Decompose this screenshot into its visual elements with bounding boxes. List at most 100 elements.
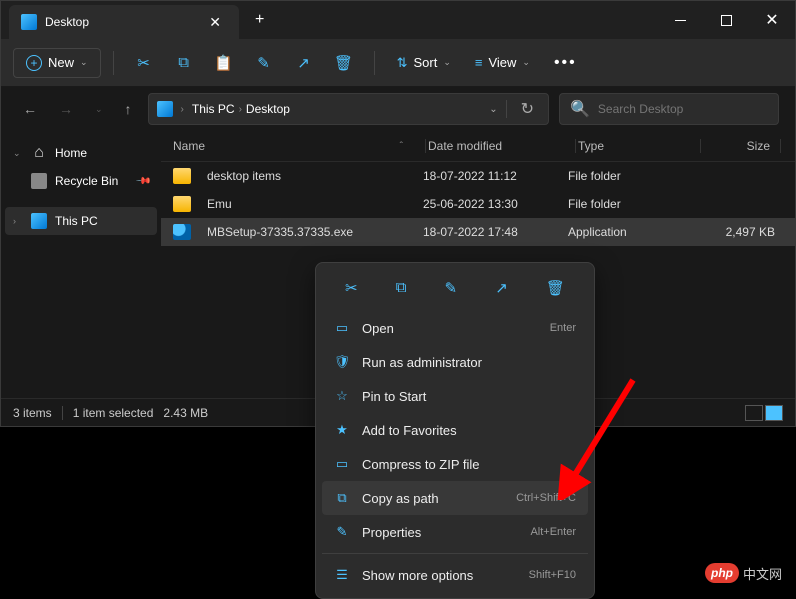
column-header-size[interactable]: Size bbox=[703, 139, 778, 153]
refresh-button[interactable]: ↻ bbox=[515, 99, 540, 119]
pc-icon bbox=[31, 213, 47, 229]
file-name: MBSetup-37335.37335.exe bbox=[207, 225, 353, 239]
more-button[interactable]: ••• bbox=[544, 48, 587, 78]
search-input[interactable] bbox=[598, 102, 768, 116]
menu-item-label: Add to Favorites bbox=[362, 423, 457, 438]
window-controls: ✕ bbox=[657, 1, 795, 39]
breadcrumb-item[interactable]: Desktop bbox=[246, 102, 290, 116]
chevron-right-icon: › bbox=[181, 104, 184, 115]
status-selected: 1 item selected bbox=[73, 406, 154, 420]
share-button[interactable]: ↗ bbox=[286, 47, 322, 79]
breadcrumb-item[interactable]: This PC bbox=[192, 102, 235, 116]
search-icon: 🔍 bbox=[570, 99, 590, 119]
sort-button[interactable]: ⇅ Sort ⌄ bbox=[387, 49, 461, 77]
sidebar-item-home[interactable]: ⌄ Home bbox=[5, 139, 157, 167]
file-name: Emu bbox=[207, 197, 232, 211]
copy-button[interactable]: ⧉ bbox=[166, 47, 202, 79]
address-dropdown-button[interactable]: ⌄ bbox=[489, 104, 497, 115]
view-button[interactable]: ≡ View ⌄ bbox=[465, 49, 540, 76]
file-date: 18-07-2022 17:48 bbox=[423, 225, 568, 239]
paste-button[interactable]: 📋 bbox=[206, 47, 242, 79]
context-menu-item[interactable]: ☰ Show more options Shift+F10 bbox=[322, 558, 588, 592]
up-button[interactable]: ↑ bbox=[119, 97, 138, 121]
menu-item-label: Show more options bbox=[362, 568, 473, 583]
maximize-button[interactable] bbox=[703, 1, 749, 39]
tab-desktop[interactable]: Desktop ✕ bbox=[9, 5, 239, 39]
context-menu-item[interactable]: ☆ Pin to Start bbox=[322, 379, 588, 413]
breadcrumb: This PC › Desktop bbox=[192, 102, 481, 116]
menu-item-icon: ☆ bbox=[334, 388, 350, 404]
file-name: desktop items bbox=[207, 169, 281, 183]
context-menu-item[interactable]: 🛡 Run as administrator bbox=[322, 345, 588, 379]
tab-title: Desktop bbox=[45, 15, 195, 29]
details-view-button[interactable] bbox=[745, 405, 763, 421]
watermark: php 中文网 bbox=[705, 563, 782, 583]
context-menu-item[interactable]: ✎ Properties Alt+Enter bbox=[322, 515, 588, 549]
file-row[interactable]: Emu 25-06-2022 13:30 File folder bbox=[161, 190, 795, 218]
watermark-text: 中文网 bbox=[743, 564, 782, 583]
sidebar-label: Home bbox=[55, 146, 87, 160]
column-header-date[interactable]: Date modified bbox=[428, 139, 573, 153]
home-icon bbox=[31, 145, 47, 161]
chevron-right-icon: › bbox=[13, 216, 23, 226]
rename-button[interactable]: ✎ bbox=[246, 47, 282, 79]
cut-button[interactable]: ✂ bbox=[337, 275, 366, 301]
delete-button[interactable]: 🗑 bbox=[326, 47, 362, 79]
chevron-down-icon: ⌄ bbox=[522, 57, 530, 68]
file-row[interactable]: desktop items 18-07-2022 11:12 File fold… bbox=[161, 162, 795, 190]
delete-button[interactable]: 🗑 bbox=[538, 275, 573, 301]
menu-item-shortcut: Alt+Enter bbox=[530, 526, 576, 538]
status-item-count: 3 items bbox=[13, 406, 52, 420]
menu-item-icon: ☰ bbox=[334, 567, 350, 583]
file-date: 25-06-2022 13:30 bbox=[423, 197, 568, 211]
file-row[interactable]: MBSetup-37335.37335.exe 18-07-2022 17:48… bbox=[161, 218, 795, 246]
context-menu-item[interactable]: ★ Add to Favorites bbox=[322, 413, 588, 447]
navigation-bar: ← → ⌄ ↑ › This PC › Desktop ⌄ ↻ 🔍 bbox=[1, 87, 795, 131]
cut-button[interactable]: ✂ bbox=[126, 47, 162, 79]
context-menu: ✂ ⧉ ✎ ↗ 🗑 ▭ Open Enter🛡 Run as administr… bbox=[315, 262, 595, 599]
new-button[interactable]: + New ⌄ bbox=[13, 48, 101, 78]
forward-button[interactable]: → bbox=[53, 97, 79, 121]
view-icon: ≡ bbox=[475, 55, 483, 70]
close-tab-button[interactable]: ✕ bbox=[203, 12, 227, 33]
navigation-sidebar: ⌄ Home Recycle Bin 📌 › This PC bbox=[1, 131, 161, 398]
context-menu-item[interactable]: ▭ Compress to ZIP file bbox=[322, 447, 588, 481]
sidebar-item-this-pc[interactable]: › This PC bbox=[5, 207, 157, 235]
menu-item-shortcut: Shift+F10 bbox=[529, 569, 576, 581]
rename-button[interactable]: ✎ bbox=[437, 275, 466, 301]
menu-item-shortcut: Enter bbox=[550, 322, 576, 334]
sidebar-item-recycle-bin[interactable]: Recycle Bin 📌 bbox=[5, 167, 157, 195]
chevron-down-icon: ⌄ bbox=[13, 148, 23, 159]
pin-icon: 📌 bbox=[134, 173, 151, 190]
menu-item-label: Properties bbox=[362, 525, 421, 540]
plus-icon: + bbox=[26, 55, 42, 71]
recent-button[interactable]: ⌄ bbox=[89, 100, 109, 119]
close-window-button[interactable]: ✕ bbox=[749, 1, 795, 39]
context-menu-item[interactable]: ▭ Open Enter bbox=[322, 311, 588, 345]
menu-item-label: Open bbox=[362, 321, 394, 336]
file-size: 2,497 KB bbox=[688, 225, 783, 239]
sidebar-label: Recycle Bin bbox=[55, 174, 118, 188]
menu-item-icon: ★ bbox=[334, 422, 350, 438]
context-menu-item[interactable]: ⧉ Copy as path Ctrl+Shift+C bbox=[322, 481, 588, 515]
column-headers: Name ˆ Date modified Type Size bbox=[161, 131, 795, 162]
file-type: File folder bbox=[568, 169, 688, 183]
menu-item-label: Pin to Start bbox=[362, 389, 426, 404]
desktop-icon bbox=[21, 14, 37, 30]
search-box[interactable]: 🔍 bbox=[559, 93, 779, 125]
column-header-type[interactable]: Type bbox=[578, 139, 698, 153]
folder-icon bbox=[173, 196, 191, 212]
back-button[interactable]: ← bbox=[17, 97, 43, 121]
share-button[interactable]: ↗ bbox=[487, 275, 516, 301]
menu-item-icon: ✎ bbox=[334, 524, 350, 540]
minimize-button[interactable] bbox=[657, 1, 703, 39]
copy-button[interactable]: ⧉ bbox=[388, 275, 415, 301]
address-bar[interactable]: › This PC › Desktop ⌄ ↻ bbox=[148, 93, 549, 125]
menu-item-label: Compress to ZIP file bbox=[362, 457, 480, 472]
icons-view-button[interactable] bbox=[765, 405, 783, 421]
menu-item-icon: ⧉ bbox=[334, 490, 350, 506]
titlebar[interactable]: Desktop ✕ + ✕ bbox=[1, 1, 795, 39]
new-tab-button[interactable]: + bbox=[239, 1, 280, 39]
exe-icon bbox=[173, 224, 191, 240]
column-header-name[interactable]: Name ˆ bbox=[173, 139, 423, 153]
